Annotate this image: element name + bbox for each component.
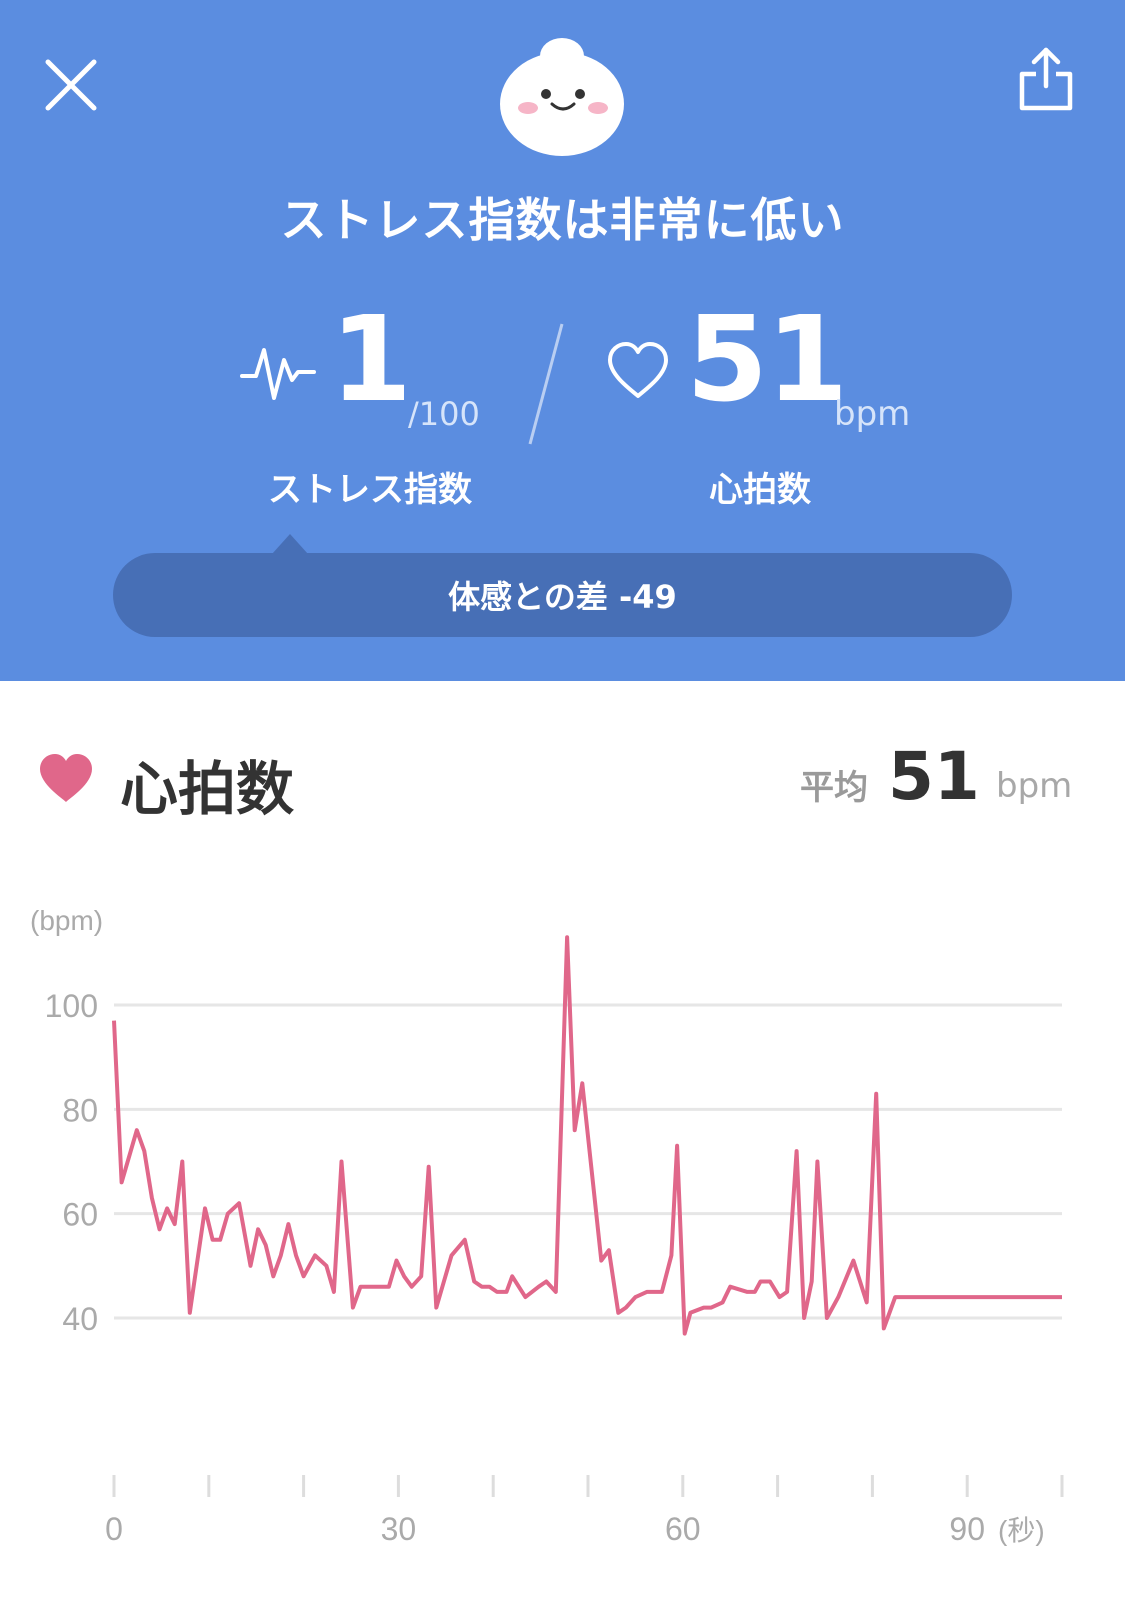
divider [528, 323, 564, 445]
heart-rate-label: 心拍数 [709, 470, 811, 510]
average-label: 平均 [800, 768, 868, 808]
difference-text: 体感との差 -49 [448, 578, 677, 616]
close-button[interactable] [44, 58, 100, 114]
average-value: 51 [888, 738, 980, 815]
x-axis-label: (秒) [998, 1515, 1045, 1546]
share-icon [1019, 47, 1073, 111]
section-title: 心拍数 [120, 755, 295, 823]
heart-rate-value: 51 [686, 290, 848, 428]
heart-rate-unit: bpm [834, 394, 911, 434]
x-tick-label: 60 [665, 1511, 701, 1547]
close-icon [45, 59, 97, 111]
mascot-icon [500, 38, 624, 156]
x-tick-label: 0 [105, 1511, 123, 1547]
stress-max: /100 [408, 395, 480, 433]
y-tick-label: 40 [62, 1301, 98, 1337]
x-tick-label: 90 [949, 1511, 985, 1547]
x-tick-label: 30 [381, 1511, 417, 1547]
stress-label: ストレス指数 [268, 470, 472, 510]
heart-icon [40, 754, 92, 802]
pulse-icon [240, 348, 316, 400]
y-axis-label: (bpm) [30, 905, 103, 936]
heart-rate-line [112, 935, 1062, 1336]
y-tick-label: 80 [62, 1092, 98, 1128]
average-unit: bpm [996, 766, 1073, 806]
difference-pointer [272, 534, 308, 554]
y-tick-label: 100 [45, 988, 98, 1024]
stress-headline: ストレス指数は非常に低い [280, 193, 845, 247]
y-tick-label: 60 [62, 1197, 98, 1233]
summary-header: ストレス指数は非常に低い 1 /100 51 bpm ストレス指数 心拍数 体感… [0, 0, 1125, 681]
heart-outline-icon [608, 342, 668, 398]
difference-pill: 体感との差 -49 [113, 553, 1012, 637]
stress-value: 1 [330, 290, 413, 428]
heart-rate-chart: (bpm) (秒) 100 80 60 40 0 30 60 90 [30, 905, 1064, 1547]
share-button[interactable] [1016, 46, 1076, 112]
